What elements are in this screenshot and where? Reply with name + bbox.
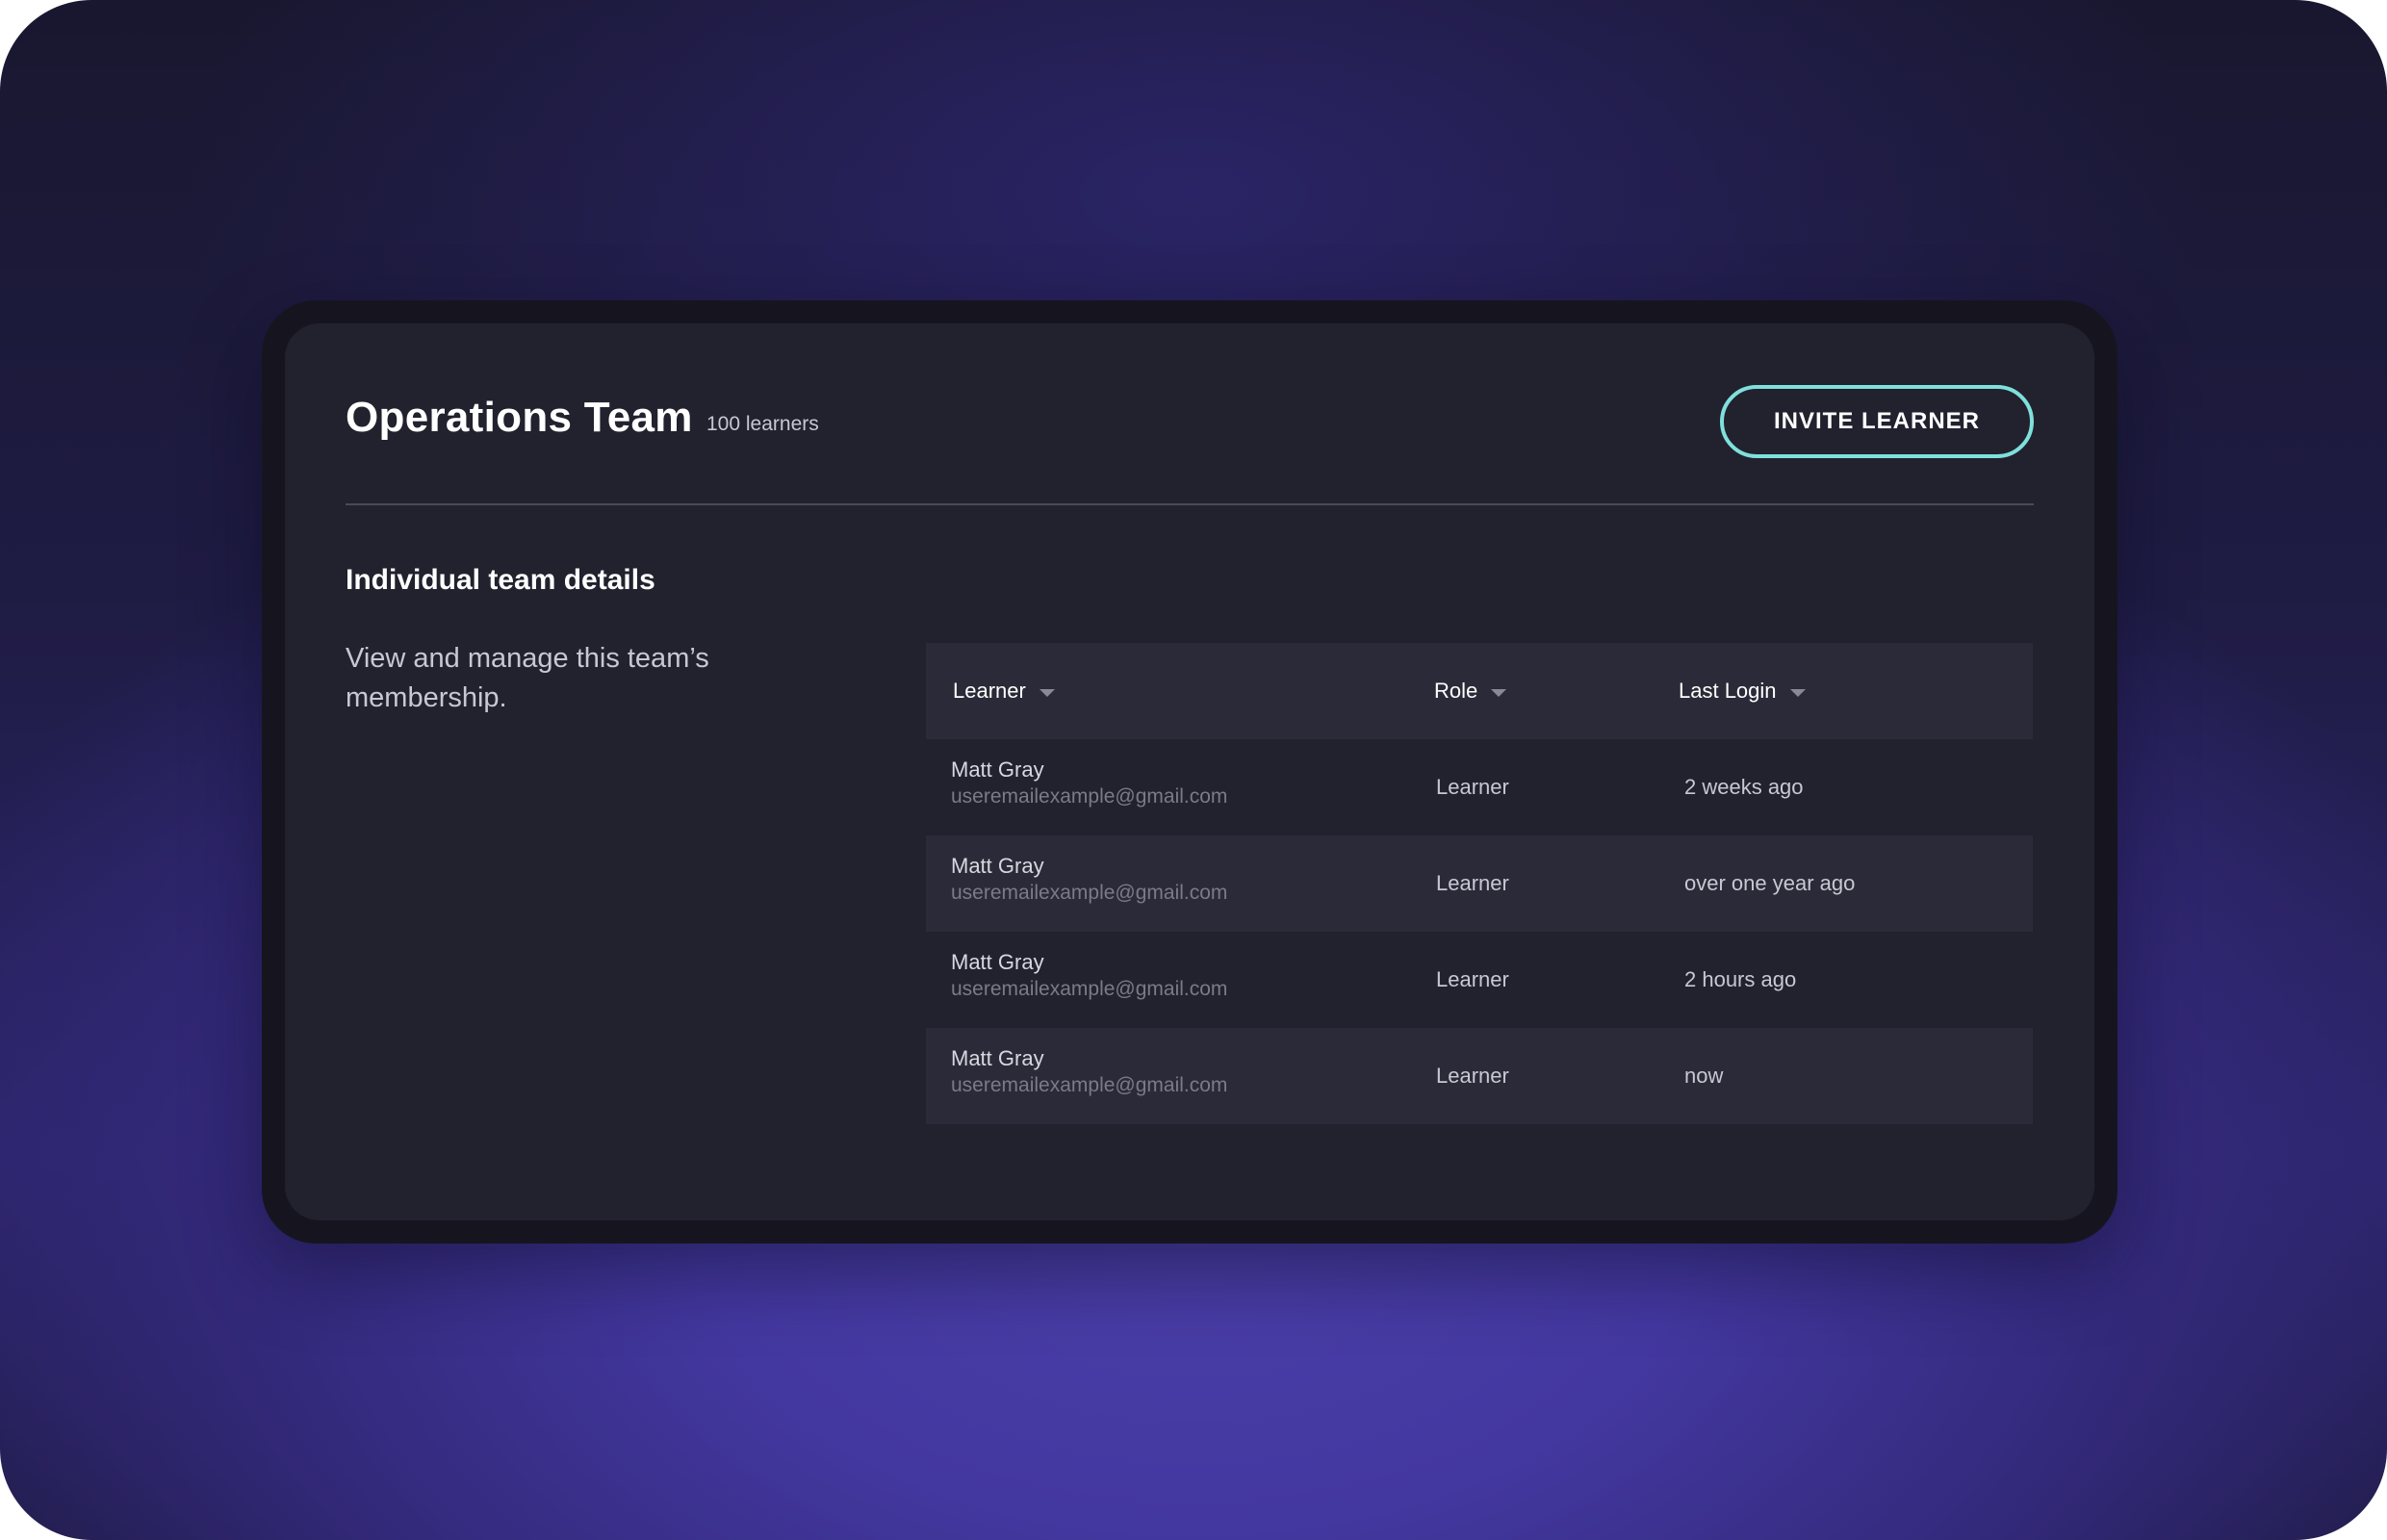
learner-name: Matt Gray <box>951 950 1044 974</box>
team-header: Operations Team 100 learners INVITE LEAR… <box>346 382 2034 505</box>
learner-count: 100 learners <box>706 413 819 435</box>
column-label-last-login: Last Login <box>1679 679 1777 703</box>
page-title: Operations Team <box>346 394 693 441</box>
learner-role: Learner <box>1436 1064 1509 1088</box>
learner-email: useremailexample@gmail.com <box>951 785 1228 808</box>
chevron-down-icon <box>1039 688 1055 697</box>
learner-name: Matt Gray <box>951 1046 1044 1070</box>
learner-last-login: 2 weeks ago <box>1684 775 1804 799</box>
column-header-last-login[interactable]: Last Login <box>1679 643 1806 739</box>
learner-last-login: over one year ago <box>1684 871 1856 895</box>
learner-role: Learner <box>1436 967 1509 991</box>
background-stage: Operations Team 100 learners INVITE LEAR… <box>0 0 2387 1540</box>
section-description: View and manage this team’s membership. <box>346 643 709 713</box>
learner-email: useremailexample@gmail.com <box>951 1074 1228 1096</box>
invite-learner-button[interactable]: INVITE LEARNER <box>1720 385 2034 458</box>
learner-email: useremailexample@gmail.com <box>951 978 1228 1000</box>
learner-email: useremailexample@gmail.com <box>951 882 1228 904</box>
learner-role: Learner <box>1436 775 1509 799</box>
table-row[interactable]: Matt Gray useremailexample@gmail.com Lea… <box>926 1028 2033 1124</box>
column-header-learner[interactable]: Learner <box>953 643 1055 739</box>
learner-name: Matt Gray <box>951 757 1044 782</box>
learner-last-login: now <box>1684 1064 1724 1088</box>
column-label-role: Role <box>1434 679 1478 703</box>
column-label-learner: Learner <box>953 679 1026 703</box>
team-panel: Operations Team 100 learners INVITE LEAR… <box>285 323 2094 1220</box>
table-row[interactable]: Matt Gray useremailexample@gmail.com Lea… <box>926 932 2033 1028</box>
table-header: Learner Role Last Login <box>926 643 2033 739</box>
learner-last-login: 2 hours ago <box>1684 967 1797 991</box>
table-row[interactable]: Matt Gray useremailexample@gmail.com Lea… <box>926 739 2033 835</box>
learner-role: Learner <box>1436 871 1509 895</box>
column-header-role[interactable]: Role <box>1434 643 1507 739</box>
chevron-down-icon <box>1491 688 1507 697</box>
section-title: Individual team details <box>346 564 655 596</box>
membership-table: Learner Role Last Login Matt Gray userem… <box>926 643 2033 1124</box>
table-row[interactable]: Matt Gray useremailexample@gmail.com Lea… <box>926 835 2033 932</box>
learner-name: Matt Gray <box>951 854 1044 878</box>
chevron-down-icon <box>1789 688 1806 697</box>
